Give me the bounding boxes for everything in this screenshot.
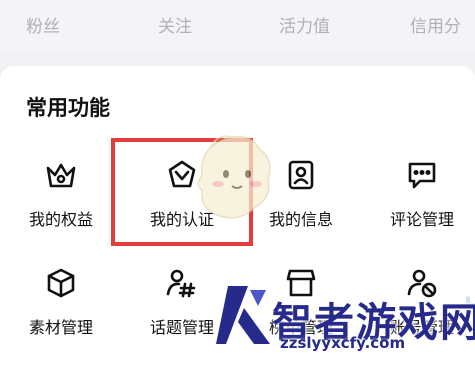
site-watermark: HJCAME 智者游戏网 zzslyyxcfy.com [214,272,475,357]
watermark-logo-icon [216,286,270,344]
func-label: 我的权益 [28,210,93,229]
stats-bar: 粉丝 关注 活力值 信用分 [0,0,475,52]
stat-fans[interactable]: 粉丝 [26,12,60,37]
stat-vitality[interactable]: 活力值 [279,12,330,37]
profile-card-icon [284,158,318,192]
func-material-management[interactable]: 素材管理 [5,266,117,356]
watermark-url: zzslyyxcfy.com [280,334,406,352]
topic-icon [165,266,199,300]
stat-credit-score[interactable]: 信用分 [410,12,461,37]
mascot-sticker [188,128,280,226]
func-my-benefits[interactable]: 我的权益 [5,158,117,248]
section-title: 常用功能 [26,96,110,120]
func-label: 素材管理 [28,318,93,337]
func-label: 评论管理 [389,210,454,229]
cube-icon [44,266,78,300]
stat-following[interactable]: 关注 [158,12,192,37]
crown-icon [44,158,78,192]
comment-icon [405,158,439,192]
func-comment-management[interactable]: 评论管理 [366,158,475,248]
